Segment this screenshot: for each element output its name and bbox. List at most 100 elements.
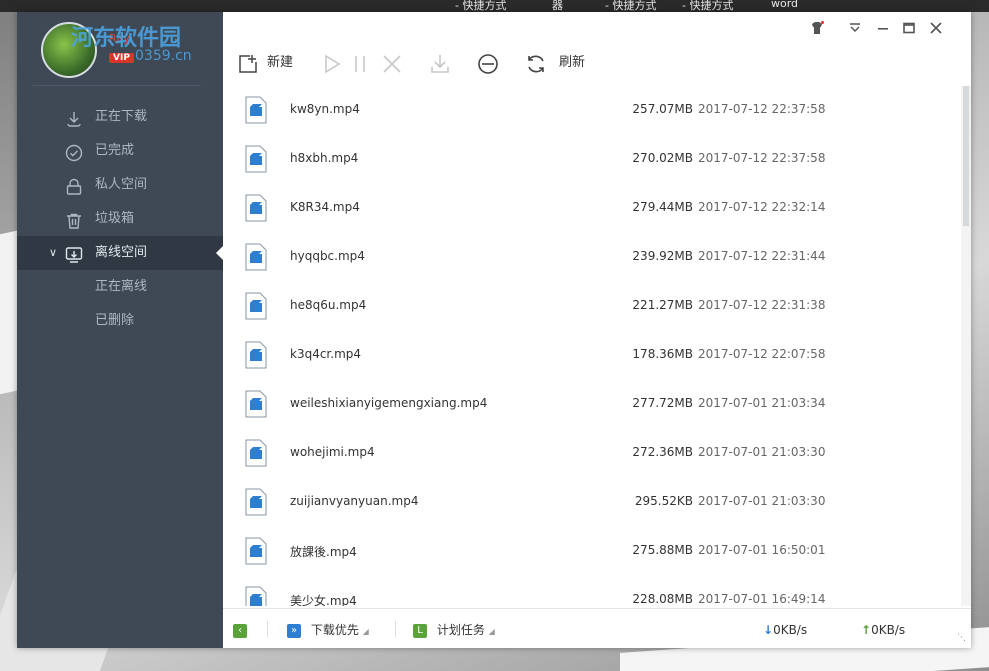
refresh-icon [525,53,547,75]
file-size: 257.07MB [632,102,693,116]
file-name: zuijianvyanyuan.mp4 [290,494,419,508]
scheduled-tasks-button[interactable]: L 计划任务 ◢ [413,621,495,639]
close-icon[interactable] [928,21,944,37]
file-date: 2017-07-01 21:03:30 [698,494,826,508]
file-name: h8xbh.mp4 [290,151,359,165]
menu-dropdown-icon[interactable] [847,21,863,37]
file-date: 2017-07-01 16:49:14 [698,592,826,606]
trash-icon [65,210,83,229]
file-date: 2017-07-12 22:37:58 [698,102,826,116]
upload-speed: ↑0KB/s [861,621,905,639]
sidebar-subitem-offlining[interactable]: 正在离线 [17,270,223,304]
scheduled-tasks-label: 计划任务 [436,623,485,637]
file-size: 270.02MB [632,151,693,165]
desktop-shortcut[interactable]: word [771,0,798,10]
profile-area: Ray VIP 河东软件园 0359.cn [17,12,223,86]
file-date: 2017-07-01 16:50:01 [698,543,826,557]
file-row[interactable]: K8R34.mp4 279.44MB 2017-07-12 22:32:14 [223,184,961,233]
skin-icon[interactable] [809,21,825,37]
file-size: 272.36MB [632,445,693,459]
download-speed-value: 0KB/s [773,623,808,637]
download-priority-toggle[interactable]: » 下载优先 ◢ [287,621,369,639]
file-date: 2017-07-01 21:03:34 [698,396,826,410]
file-row[interactable]: 美少女.mp4 228.08MB 2017-07-01 16:49:14 [223,576,961,606]
open-browser-button[interactable] [477,46,499,80]
file-row[interactable]: hyqqbc.mp4 239.92MB 2017-07-12 22:31:44 [223,233,961,282]
main-panel: 新建 刷新 kw8yn.mp4 257.07MB 2017-07-12 22:3… [223,12,971,648]
divider [395,621,396,637]
delete-x-icon [381,53,403,75]
download-priority-label: 下载优先 [310,623,359,637]
video-file-icon [245,145,267,173]
file-date: 2017-07-12 22:31:44 [698,249,826,263]
file-row[interactable]: zuijianvyanyuan.mp4 295.52KB 2017-07-01 … [223,478,961,527]
file-name: 美少女.mp4 [290,594,357,606]
sidebar: Ray VIP 河东软件园 0359.cn 正在下载 已完成 私人空间 垃圾箱 … [17,12,223,648]
double-chevron-down-icon: » [287,623,301,638]
file-name: he8q6u.mp4 [290,298,367,312]
divider [267,621,268,637]
video-file-icon [245,488,267,516]
back-button[interactable]: ‹ [233,621,247,639]
file-row[interactable]: h8xbh.mp4 270.02MB 2017-07-12 22:37:58 [223,135,961,184]
sidebar-item-trash[interactable]: 垃圾箱 [17,202,223,236]
file-name: K8R34.mp4 [290,200,360,214]
file-date: 2017-07-12 22:37:58 [698,151,826,165]
file-size: 295.52KB [634,494,693,508]
sidebar-item-offline-space[interactable]: ∨ 离线空间 [17,236,223,270]
lock-icon [65,176,83,195]
sidebar-item-downloading[interactable]: 正在下载 [17,100,223,134]
resize-grip-icon[interactable]: ⋱ [957,629,966,647]
upload-speed-value: 0KB/s [871,623,906,637]
download-to-local-button[interactable] [429,46,451,80]
refresh-button[interactable]: 刷新 [525,46,605,80]
sidebar-divider [33,85,201,86]
minimize-icon[interactable] [875,21,891,37]
file-name: k3q4cr.mp4 [290,347,362,361]
file-date: 2017-07-12 22:31:38 [698,298,826,312]
scrollbar[interactable] [961,86,971,606]
video-file-icon [245,96,267,124]
file-row[interactable]: k3q4cr.mp4 178.36MB 2017-07-12 22:07:58 [223,331,961,380]
file-name: weileshixianyigemengxiang.mp4 [290,396,488,410]
chevron-down-icon[interactable]: ∨ [49,236,57,270]
file-size: 239.92MB [632,249,693,263]
check-circle-icon [65,142,83,162]
pause-button[interactable] [349,46,371,80]
new-button-label: 新建 [267,55,294,70]
file-name: wohejimi.mp4 [290,445,375,459]
file-row[interactable]: 放課後.mp4 275.88MB 2017-07-01 16:50:01 [223,527,961,576]
video-file-icon [245,586,267,606]
pause-icon [349,53,371,75]
delete-button[interactable] [381,46,403,80]
arrow-down-icon: ↓ [763,623,774,637]
video-file-icon [245,439,267,467]
schedule-clock-icon: L [413,623,427,638]
maximize-icon[interactable] [901,21,917,37]
sidebar-item-label: 垃圾箱 [95,211,135,226]
sidebar-item-completed[interactable]: 已完成 [17,134,223,168]
file-size: 275.88MB [632,543,693,557]
file-row[interactable]: kw8yn.mp4 257.07MB 2017-07-12 22:37:58 [223,86,961,135]
video-file-icon [245,194,267,222]
offline-cloud-icon [65,244,83,263]
file-row[interactable]: wohejimi.mp4 272.36MB 2017-07-01 21:03:3… [223,429,961,478]
watermark-url: 0359.cn [135,48,192,64]
file-date: 2017-07-12 22:07:58 [698,347,826,361]
file-size: 279.44MB [632,200,693,214]
window-controls [801,12,971,46]
file-name: hyqqbc.mp4 [290,249,365,263]
file-row[interactable]: weileshixianyigemengxiang.mp4 277.72MB 2… [223,380,961,429]
sidebar-subitem-deleted[interactable]: 已删除 [17,304,223,338]
download-arrow-icon [65,108,83,127]
download-speed: ↓0KB/s [763,621,807,639]
file-row[interactable]: he8q6u.mp4 221.27MB 2017-07-12 22:31:38 [223,282,961,331]
scrollbar-thumb[interactable] [963,86,969,226]
start-button[interactable] [321,46,343,80]
new-button[interactable]: 新建 [237,46,307,80]
sidebar-item-private-space[interactable]: 私人空间 [17,168,223,202]
dropdown-triangle-icon: ◢ [362,627,369,636]
arrow-left-icon: ‹ [233,623,247,638]
file-name: kw8yn.mp4 [290,102,360,116]
sidebar-nav: 正在下载 已完成 私人空间 垃圾箱 ∨ 离线空间 正在离线 已删除 [17,100,223,338]
